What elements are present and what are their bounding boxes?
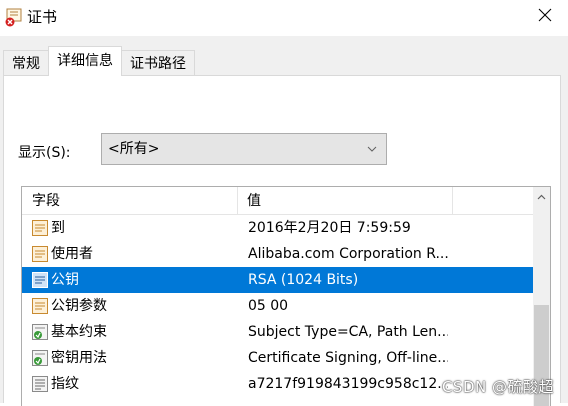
- list-row-selected[interactable]: 公钥 RSA (1024 Bits): [22, 267, 534, 293]
- list-row[interactable]: 密钥用法 Certificate Signing, Off-line...: [22, 345, 534, 371]
- row-field: 基本约束: [51, 324, 107, 340]
- row-field: 密钥用法: [51, 350, 107, 366]
- row-value: 05 00: [248, 298, 289, 314]
- scroll-up-button[interactable]: [533, 187, 550, 204]
- cert-property-icon: [31, 375, 49, 393]
- column-divider[interactable]: [237, 187, 238, 215]
- tab-details[interactable]: 详细信息: [48, 46, 122, 76]
- row-value: RSA (1024 Bits): [248, 272, 359, 288]
- details-panel: 显示(S): <所有> 字段 值 到 2016年2月20日 7:59:59 使用…: [3, 75, 561, 406]
- show-label: 显示(S):: [18, 145, 71, 161]
- chevron-up-icon: [537, 188, 546, 204]
- row-field: 公钥参数: [51, 298, 107, 314]
- show-dropdown-value: <所有>: [108, 141, 160, 157]
- watermark: CSDN @硫酸超: [441, 378, 554, 396]
- row-field: 使用者: [51, 246, 93, 262]
- cert-field-icon: [31, 245, 49, 263]
- list-row[interactable]: 基本约束 Subject Type=CA, Path Len...: [22, 319, 534, 345]
- row-value: Subject Type=CA, Path Len...: [248, 324, 448, 340]
- tab-general[interactable]: 常规: [3, 50, 49, 76]
- dialog-content: 常规 详细信息 证书路径 显示(S): <所有> 字段 值 到 2016年2月2…: [0, 36, 568, 406]
- tab-strip: 常规 详细信息 证书路径: [3, 46, 195, 76]
- list-row[interactable]: 使用者 Alibaba.com Corporation R...: [22, 241, 534, 267]
- cert-extension-icon: [31, 349, 49, 367]
- certificate-error-icon: [4, 7, 24, 27]
- row-field: 指纹: [51, 376, 79, 392]
- row-value: Alibaba.com Corporation R...: [248, 246, 448, 262]
- cert-field-icon: [31, 297, 49, 315]
- show-dropdown[interactable]: <所有>: [101, 133, 387, 165]
- list-row[interactable]: 到 2016年2月20日 7:59:59: [22, 215, 534, 241]
- column-header-field[interactable]: 字段: [32, 187, 60, 215]
- chevron-down-icon: [366, 134, 378, 164]
- vertical-scrollbar[interactable]: [533, 187, 550, 406]
- cert-extension-icon: [31, 323, 49, 341]
- row-field: 公钥: [51, 272, 79, 288]
- close-button[interactable]: [522, 0, 568, 34]
- row-value: 2016年2月20日 7:59:59: [248, 220, 411, 236]
- title-bar: 证书: [0, 0, 568, 36]
- cert-field-icon: [31, 219, 49, 237]
- column-header-value[interactable]: 值: [247, 187, 261, 215]
- fields-list[interactable]: 字段 值 到 2016年2月20日 7:59:59 使用者 Alibaba.co…: [21, 186, 551, 406]
- list-row[interactable]: 公钥参数 05 00: [22, 293, 534, 319]
- list-rows: 到 2016年2月20日 7:59:59 使用者 Alibaba.com Cor…: [22, 215, 534, 397]
- row-value: a7217f919843199c958c12...: [248, 376, 448, 392]
- row-field: 到: [51, 220, 65, 236]
- window-title: 证书: [27, 8, 58, 26]
- close-icon: [538, 8, 552, 26]
- row-value: Certificate Signing, Off-line...: [248, 350, 448, 366]
- cert-field-icon: [31, 271, 49, 289]
- column-divider[interactable]: [452, 187, 453, 215]
- list-header: 字段 值: [22, 187, 534, 215]
- tab-certification-path[interactable]: 证书路径: [121, 50, 195, 76]
